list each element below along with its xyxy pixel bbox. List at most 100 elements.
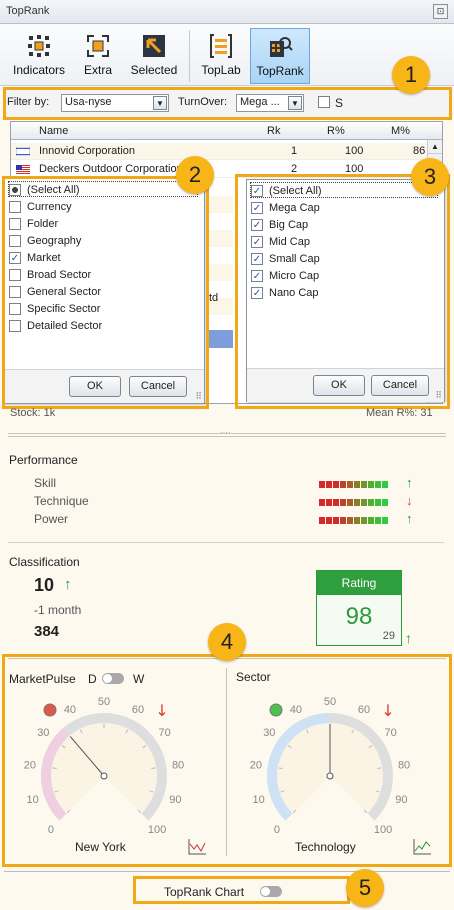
callout-frame-1 — [3, 87, 452, 120]
performance-title: Performance — [9, 453, 78, 467]
mean-r: Mean R%: 31 — [366, 407, 433, 419]
divider — [8, 542, 444, 543]
selected-icon — [143, 35, 165, 57]
stock-count: Stock: 1k — [10, 407, 56, 419]
rating-sub: 29 — [382, 630, 395, 642]
row-m: 86 — [413, 145, 426, 157]
extra-icon — [87, 35, 109, 57]
bar-segment — [347, 517, 353, 524]
toprank-icon — [270, 37, 293, 57]
bar-segment — [340, 481, 346, 488]
bar-segment — [354, 481, 360, 488]
toolbar-toplab-button[interactable]: TopLab — [196, 28, 246, 84]
bar-segment — [333, 481, 339, 488]
bar-segment — [368, 481, 374, 488]
down-arrow-icon: ↓ — [406, 493, 413, 508]
callout-badge-4: 4 — [208, 623, 246, 661]
bar-segment — [347, 481, 353, 488]
bar-segment — [375, 499, 381, 506]
bar-segment — [361, 481, 367, 488]
toolbar-label: Selected — [130, 63, 178, 77]
usa-flag-icon — [16, 165, 30, 174]
callout-frame-2 — [2, 176, 209, 409]
rank-up-arrow-icon: ↑ — [64, 576, 72, 593]
bar-segment — [340, 517, 346, 524]
performance-bar — [319, 497, 389, 506]
column-name-header[interactable]: Name — [39, 125, 68, 137]
rating-label: Rating — [317, 571, 401, 595]
toolbar-extra-button[interactable]: Extra — [74, 28, 122, 84]
toolbar-label: TopLab — [201, 63, 241, 77]
toolbar: Indicators Extra Selected TopLab TopRank — [0, 24, 454, 86]
row-name-partial: td — [209, 292, 219, 304]
rating-up-arrow-icon: ↑ — [405, 630, 412, 646]
bar-segment — [354, 517, 360, 524]
bar-segment — [368, 499, 374, 506]
selected-row-strip — [209, 330, 233, 348]
grid-visible-strip — [209, 179, 233, 339]
bar-segment — [382, 499, 388, 506]
bar-segment — [333, 517, 339, 524]
column-m-header[interactable]: M% — [391, 125, 410, 137]
row-name: Innovid Corporation — [39, 145, 136, 157]
rating-value: 98 — [345, 603, 373, 630]
up-arrow-icon: ↑ — [406, 475, 413, 490]
israel-flag-icon — [16, 147, 30, 156]
scroll-up-icon[interactable]: ▲ — [428, 140, 442, 154]
table-row[interactable]: Innovid Corporation 1 100 86 — [11, 143, 428, 160]
classification-title: Classification — [9, 555, 80, 569]
toolbar-label: TopRank — [256, 64, 304, 78]
bar-segment — [333, 499, 339, 506]
bar-segment — [375, 517, 381, 524]
performance-bar — [319, 479, 389, 488]
row-name: Deckers Outdoor Corporation — [39, 163, 183, 175]
callout-badge-2: 2 — [176, 156, 214, 194]
title-bar: TopRank ⊡ — [0, 0, 454, 24]
callout-frame-5: TopRank Chart — [133, 876, 350, 904]
performance-label: Skill — [34, 476, 57, 490]
callout-frame-4 — [2, 654, 452, 867]
bar-segment — [340, 499, 346, 506]
rank-total: 384 — [34, 623, 60, 640]
bar-segment — [382, 517, 388, 524]
callout-badge-5: 5 — [346, 869, 384, 907]
bar-segment — [319, 517, 325, 524]
indicators-icon — [28, 35, 50, 57]
rating-card: Rating 98 29 — [316, 570, 402, 646]
toolbar-selected-button[interactable]: Selected — [126, 28, 182, 84]
callout-frame-3 — [235, 174, 450, 409]
bar-segment — [347, 499, 353, 506]
bar-segment — [382, 481, 388, 488]
bar-segment — [368, 517, 374, 524]
grid-header: Name Rk R% M% — [11, 122, 442, 140]
app-title: TopRank — [6, 5, 50, 17]
toggle-knob — [261, 887, 270, 896]
rank-period: -1 month — [34, 603, 82, 617]
bar-segment — [326, 517, 332, 524]
toolbar-indicators-button[interactable]: Indicators — [8, 28, 70, 84]
bar-segment — [361, 499, 367, 506]
performance-label: Technique — [34, 494, 89, 508]
callout-badge-1: 1 — [392, 56, 430, 94]
bar-segment — [361, 517, 367, 524]
up-arrow-icon: ↑ — [406, 511, 413, 526]
pin-icon[interactable]: ⊡ — [433, 4, 448, 19]
callout-badge-3: 3 — [411, 158, 449, 196]
toolbar-label: Indicators — [12, 63, 66, 77]
bar-segment — [375, 481, 381, 488]
column-rk-header[interactable]: Rk — [267, 125, 280, 137]
performance-bar — [319, 515, 389, 524]
toprank-chart-toggle[interactable] — [260, 886, 282, 897]
bar-segment — [354, 499, 360, 506]
row-r: 100 — [345, 145, 364, 157]
splitter-grip-icon[interactable]: ···· — [220, 428, 231, 437]
bar-segment — [319, 499, 325, 506]
bar-segment — [326, 481, 332, 488]
toprank-chart-label: TopRank Chart — [164, 885, 245, 899]
performance-label: Power — [34, 512, 69, 526]
toolbar-toprank-button[interactable]: TopRank — [250, 28, 310, 84]
bar-segment — [319, 481, 325, 488]
column-r-header[interactable]: R% — [327, 125, 345, 137]
toolbar-separator — [189, 30, 190, 82]
toolbar-label: Extra — [83, 63, 112, 77]
